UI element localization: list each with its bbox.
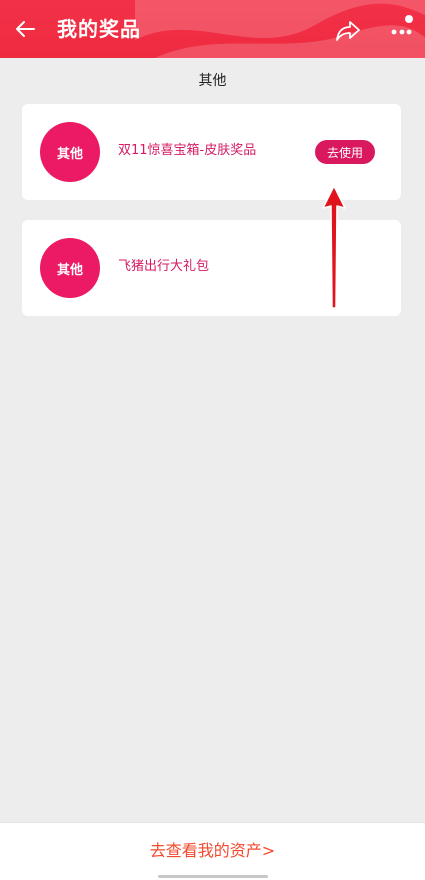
prize-label: 飞猪出行大礼包: [118, 259, 210, 274]
share-button[interactable]: [333, 16, 363, 46]
share-icon: [336, 21, 360, 41]
annotation-arrow-icon: [322, 185, 346, 309]
header-bar: 我的奖品: [0, 0, 425, 58]
view-assets-link[interactable]: 去查看我的资产>: [0, 839, 425, 863]
category-badge: 其他: [40, 122, 100, 182]
back-button[interactable]: [10, 14, 40, 44]
footer-bar: 去查看我的资产>: [0, 822, 425, 880]
section-title: 其他: [198, 73, 227, 89]
use-button[interactable]: 去使用: [315, 140, 375, 164]
view-assets-label: 去查看我的资产: [149, 841, 262, 860]
prize-label: 双11惊喜宝箱-皮肤奖品: [118, 143, 257, 158]
category-badge: 其他: [40, 238, 100, 298]
arrow-left-icon: [16, 21, 35, 37]
header-wave-decoration: [135, 0, 425, 58]
chevron-right-icon: >: [261, 841, 276, 860]
home-indicator[interactable]: [158, 875, 268, 878]
more-button[interactable]: [385, 12, 417, 42]
page-title: 我的奖品: [57, 17, 141, 41]
more-icon: [391, 15, 413, 35]
